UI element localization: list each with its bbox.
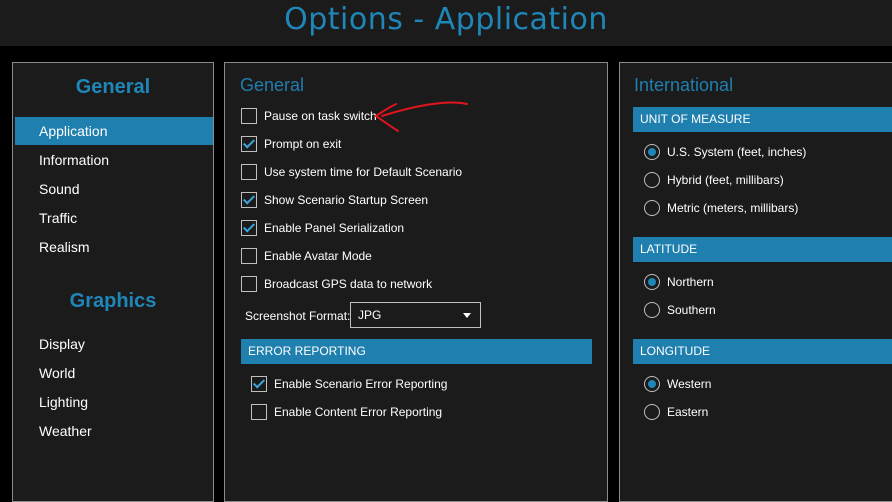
option-panel-serialization[interactable]: Enable Panel Serialization: [241, 218, 404, 238]
checkbox[interactable]: [241, 248, 257, 264]
unit-of-measure-header: UNIT OF MEASURE: [633, 107, 892, 132]
radio-label: Hybrid (feet, millibars): [667, 173, 784, 187]
radio-button[interactable]: [644, 404, 660, 420]
radio-eastern[interactable]: Eastern: [644, 402, 708, 422]
checkbox[interactable]: [251, 376, 267, 392]
checkbox[interactable]: [241, 136, 257, 152]
radio-southern[interactable]: Southern: [644, 300, 716, 320]
sidebar-item-information[interactable]: Information: [15, 146, 213, 174]
radio-northern[interactable]: Northern: [644, 272, 714, 292]
screenshot-format-value: JPG: [358, 308, 382, 322]
option-scenario-error-reporting[interactable]: Enable Scenario Error Reporting: [251, 374, 447, 394]
window-title: Options - Application: [284, 2, 608, 37]
latitude-header: LATITUDE: [633, 237, 892, 262]
sidebar-heading-graphics: Graphics: [69, 290, 157, 312]
sidebar-item-application[interactable]: Application: [15, 117, 213, 145]
checkbox[interactable]: [241, 220, 257, 236]
radio-label: Metric (meters, millibars): [667, 201, 799, 215]
option-label: Enable Panel Serialization: [264, 221, 405, 235]
option-label: Prompt on exit: [264, 137, 342, 151]
annotation-arrow-icon: [374, 101, 468, 132]
radio-button[interactable]: [644, 302, 660, 318]
option-prompt-on-exit[interactable]: Prompt on exit: [241, 134, 341, 154]
radio-label: Northern: [667, 275, 714, 289]
error-reporting-header: ERROR REPORTING: [241, 339, 592, 364]
option-content-error-reporting[interactable]: Enable Content Error Reporting: [251, 402, 442, 422]
chevron-down-icon: [463, 313, 471, 318]
general-section-title: General: [240, 75, 305, 95]
option-label: Use system time for Default Scenario: [264, 165, 463, 179]
radio-hybrid[interactable]: Hybrid (feet, millibars): [644, 170, 784, 190]
sidebar-heading-general: General: [75, 76, 151, 98]
radio-us-system[interactable]: U.S. System (feet, inches): [644, 142, 806, 162]
radio-label: Southern: [667, 303, 716, 317]
title-bar: Options - Application: [0, 0, 892, 46]
radio-label: U.S. System (feet, inches): [667, 145, 807, 159]
radio-button[interactable]: [644, 376, 660, 392]
option-label: Broadcast GPS data to network: [264, 277, 433, 291]
option-broadcast-gps[interactable]: Broadcast GPS data to network: [241, 274, 432, 294]
checkbox[interactable]: [241, 164, 257, 180]
sidebar-item-weather[interactable]: Weather: [15, 417, 213, 445]
option-label: Pause on task switch: [264, 109, 377, 123]
checkbox[interactable]: [241, 276, 257, 292]
sidebar-item-display[interactable]: Display: [15, 330, 213, 358]
sidebar-item-sound[interactable]: Sound: [15, 175, 213, 203]
radio-button[interactable]: [644, 172, 660, 188]
radio-western[interactable]: Western: [644, 374, 711, 394]
radio-label: Eastern: [667, 405, 709, 419]
sidebar-item-world[interactable]: World: [15, 359, 213, 387]
option-label: Show Scenario Startup Screen: [264, 193, 429, 207]
radio-label: Western: [667, 377, 712, 391]
international-section-title: International: [634, 75, 734, 95]
checkbox[interactable]: [251, 404, 267, 420]
option-label: Enable Content Error Reporting: [274, 405, 443, 419]
radio-button[interactable]: [644, 200, 660, 216]
radio-button[interactable]: [644, 144, 660, 160]
longitude-header: LONGITUDE: [633, 339, 892, 364]
sidebar-item-lighting[interactable]: Lighting: [15, 388, 213, 416]
option-label: Enable Avatar Mode: [264, 249, 372, 263]
screenshot-format-label: Screenshot Format:: [245, 309, 351, 323]
screenshot-format-select[interactable]: JPG: [350, 302, 481, 328]
sidebar-item-realism[interactable]: Realism: [15, 233, 213, 261]
radio-metric[interactable]: Metric (meters, millibars): [644, 198, 798, 218]
option-pause-on-task-switch[interactable]: Pause on task switch: [241, 106, 377, 126]
sidebar: General Application Information Sound Tr…: [12, 62, 214, 502]
international-panel: International UNIT OF MEASURE U.S. Syste…: [619, 62, 892, 502]
sidebar-item-traffic[interactable]: Traffic: [15, 204, 213, 232]
checkbox[interactable]: [241, 108, 257, 124]
radio-button[interactable]: [644, 274, 660, 290]
checkbox[interactable]: [241, 192, 257, 208]
option-avatar-mode[interactable]: Enable Avatar Mode: [241, 246, 372, 266]
option-show-startup-screen[interactable]: Show Scenario Startup Screen: [241, 190, 428, 210]
option-label: Enable Scenario Error Reporting: [274, 377, 448, 391]
option-use-system-time[interactable]: Use system time for Default Scenario: [241, 162, 462, 182]
